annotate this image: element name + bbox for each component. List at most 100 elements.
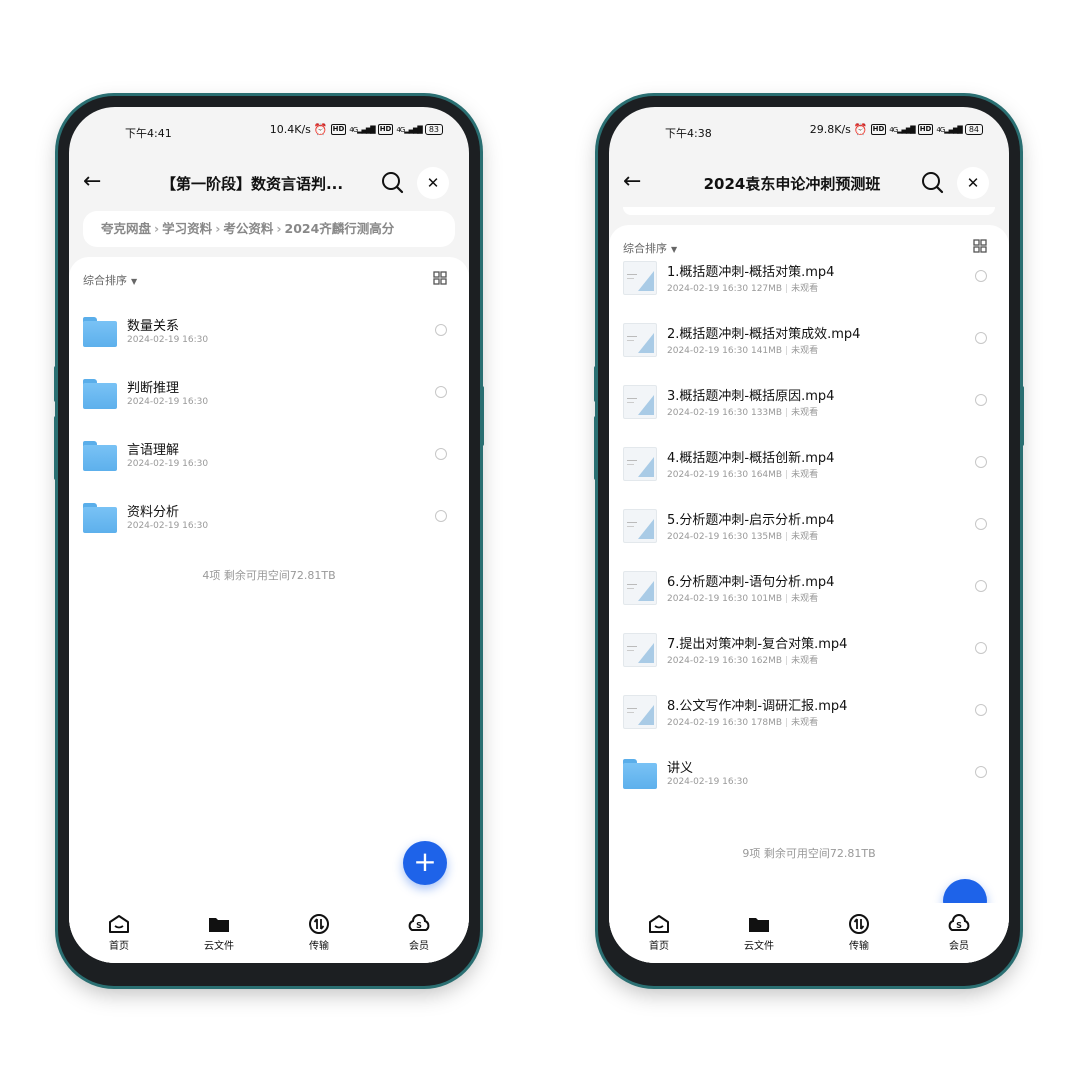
item-meta: 2024-02-19 16:30 127MB | 未观看 (667, 284, 819, 294)
select-radio[interactable] (975, 518, 987, 530)
item-name: 数量关系 (127, 319, 180, 334)
list-item[interactable]: 5.分析题冲刺-启示分析.mp4 2024-02-19 16:30 135MB |… (609, 495, 1009, 557)
breadcrumb-item[interactable]: 考公资料 (223, 221, 273, 236)
caret-down-icon[interactable]: ▼ (131, 277, 137, 286)
select-radio[interactable] (975, 704, 987, 716)
breadcrumb-item[interactable]: 学习资料 (162, 221, 212, 236)
status-time: 下午4:38 (665, 127, 712, 140)
signal-icon: 4G▂▄▆█ (349, 125, 375, 134)
list-item[interactable]: 7.提出对策冲刺-复合对策.mp4 2024-02-19 16:30 162MB… (609, 619, 1009, 681)
list-item[interactable]: 言语理解 2024-02-19 16:30 (69, 425, 469, 487)
file-list: 数量关系 2024-02-19 16:30 判断推理 2024-02-19 16… (69, 301, 469, 549)
list-item[interactable]: 讲义 2024-02-19 16:30 (609, 743, 1009, 805)
select-radio[interactable] (975, 270, 987, 282)
grid-view-icon[interactable] (433, 271, 447, 285)
home-icon (649, 915, 669, 933)
battery-icon: 84 (964, 124, 983, 135)
list-item[interactable]: 数量关系 2024-02-19 16:30 (69, 301, 469, 363)
item-meta: 2024-02-19 16:30 141MB | 未观看 (667, 346, 819, 356)
hd-icon: HD (377, 124, 394, 135)
status-bar: 下午4:38 29.8K/s ⏰ HD 4G▂▄▆█ HD 4G▂▄▆█ 84 (609, 107, 1009, 155)
phone-right: 下午4:38 29.8K/s ⏰ HD 4G▂▄▆█ HD 4G▂▄▆█ 84 … (594, 96, 1024, 986)
back-arrow-icon[interactable]: ← (623, 171, 647, 195)
item-meta: 2024-02-19 16:30 178MB | 未观看 (667, 718, 819, 728)
breadcrumb-item[interactable]: 夸克网盘 (101, 221, 151, 236)
close-icon[interactable]: ✕ (417, 167, 449, 199)
list-item[interactable]: 判断推理 2024-02-19 16:30 (69, 363, 469, 425)
back-arrow-icon[interactable]: ← (83, 171, 107, 195)
alarm-icon: ⏰ (853, 123, 868, 136)
tab-label: 传输 (309, 941, 329, 952)
select-radio[interactable] (975, 456, 987, 468)
folder-icon (749, 918, 769, 932)
transfer-icon (309, 914, 329, 934)
item-count: 4项 剩余可用空间72.81TB (202, 569, 336, 582)
select-radio[interactable] (435, 324, 447, 336)
tab-home[interactable]: 首页 (609, 903, 709, 963)
select-radio[interactable] (435, 448, 447, 460)
select-radio[interactable] (435, 510, 447, 522)
tab-label: 首页 (109, 941, 129, 952)
item-name: 4.概括题冲刺-概括创新.mp4 (667, 451, 835, 466)
vip-icon: S (948, 914, 970, 931)
network-speed: 10.4K/s (269, 123, 311, 136)
tab-label: 首页 (649, 941, 669, 952)
signal-icon: 4G▂▄▆█ (889, 125, 915, 134)
list-item[interactable]: 8.公文写作冲刺-调研汇报.mp4 2024-02-19 16:30 178MB… (609, 681, 1009, 743)
screen: 下午4:41 10.4K/s ⏰ HD 4G▂▄▆█ HD 4G▂▄▆█ 83 … (69, 107, 469, 963)
close-icon[interactable]: ✕ (957, 167, 989, 199)
video-thumbnail-icon (623, 385, 657, 419)
tab-transfer[interactable]: 传输 (269, 903, 369, 963)
list-item[interactable]: 1.概括题冲刺-概括对策.mp4 2024-02-19 16:30 127MB |… (609, 247, 1009, 309)
select-radio[interactable] (975, 332, 987, 344)
list-item[interactable]: 资料分析 2024-02-19 16:30 (69, 487, 469, 549)
tab-vip[interactable]: S 会员 (369, 903, 469, 963)
video-thumbnail-icon (623, 571, 657, 605)
header: ← 2024袁东申论冲刺预测班 ✕ (609, 163, 1009, 203)
video-thumbnail-icon (623, 261, 657, 295)
search-icon[interactable] (919, 169, 947, 197)
tab-home[interactable]: 首页 (69, 903, 169, 963)
folder-icon (83, 441, 117, 471)
folder-icon (83, 503, 117, 533)
status-right: 29.8K/s ⏰ HD 4G▂▄▆█ HD 4G▂▄▆█ 84 (810, 123, 983, 136)
select-radio[interactable] (975, 394, 987, 406)
header: ← 【第一阶段】数资言语判... ✕ (69, 163, 469, 203)
select-radio[interactable] (435, 386, 447, 398)
search-icon[interactable] (379, 169, 407, 197)
tab-transfer[interactable]: 传输 (809, 903, 909, 963)
status-time: 下午4:41 (125, 127, 172, 140)
item-date: 2024-02-19 16:30 (127, 335, 209, 345)
hd-icon: HD (330, 124, 347, 135)
list-item[interactable]: 6.分析题冲刺-语句分析.mp4 2024-02-19 16:30 101MB |… (609, 557, 1009, 619)
item-date: 2024-02-19 16:30 (127, 521, 209, 531)
volume-button (594, 366, 598, 402)
svg-text:S: S (416, 921, 422, 930)
folder-icon (83, 379, 117, 409)
sort-dropdown[interactable]: 综合排序 (83, 274, 127, 287)
select-radio[interactable] (975, 642, 987, 654)
list-item[interactable]: 3.概括题冲刺-概括原因.mp4 2024-02-19 16:30 133MB |… (609, 371, 1009, 433)
list-item[interactable]: 4.概括题冲刺-概括创新.mp4 2024-02-19 16:30 164MB |… (609, 433, 1009, 495)
item-name: 讲义 (667, 761, 694, 776)
item-name: 2.概括题冲刺-概括对策成效.mp4 (667, 327, 861, 342)
bottom-tabbar: 首页 云文件 传输 S 会员 (69, 903, 469, 963)
item-name: 6.分析题冲刺-语句分析.mp4 (667, 575, 835, 590)
item-meta: 2024-02-19 16:30 101MB | 未观看 (667, 594, 819, 604)
transfer-icon (849, 914, 869, 934)
select-radio[interactable] (975, 580, 987, 592)
volume-button (54, 366, 58, 402)
item-date: 2024-02-19 16:30 (127, 459, 209, 469)
tab-label: 云文件 (744, 941, 774, 952)
add-icon[interactable]: + (403, 841, 447, 885)
breadcrumb-item[interactable]: 2024齐麟行测高分 (285, 221, 395, 236)
volume-button (54, 416, 58, 480)
select-radio[interactable] (975, 766, 987, 778)
tab-cloud-files[interactable]: 云文件 (709, 903, 809, 963)
tab-cloud-files[interactable]: 云文件 (169, 903, 269, 963)
item-meta: 2024-02-19 16:30 133MB | 未观看 (667, 408, 819, 418)
list-item[interactable]: 2.概括题冲刺-概括对策成效.mp4 2024-02-19 16:30 141M… (609, 309, 1009, 371)
tab-vip[interactable]: S 会员 (909, 903, 1009, 963)
chevron-right-icon: › (215, 221, 221, 236)
item-date: 2024-02-19 16:30 (127, 397, 209, 407)
